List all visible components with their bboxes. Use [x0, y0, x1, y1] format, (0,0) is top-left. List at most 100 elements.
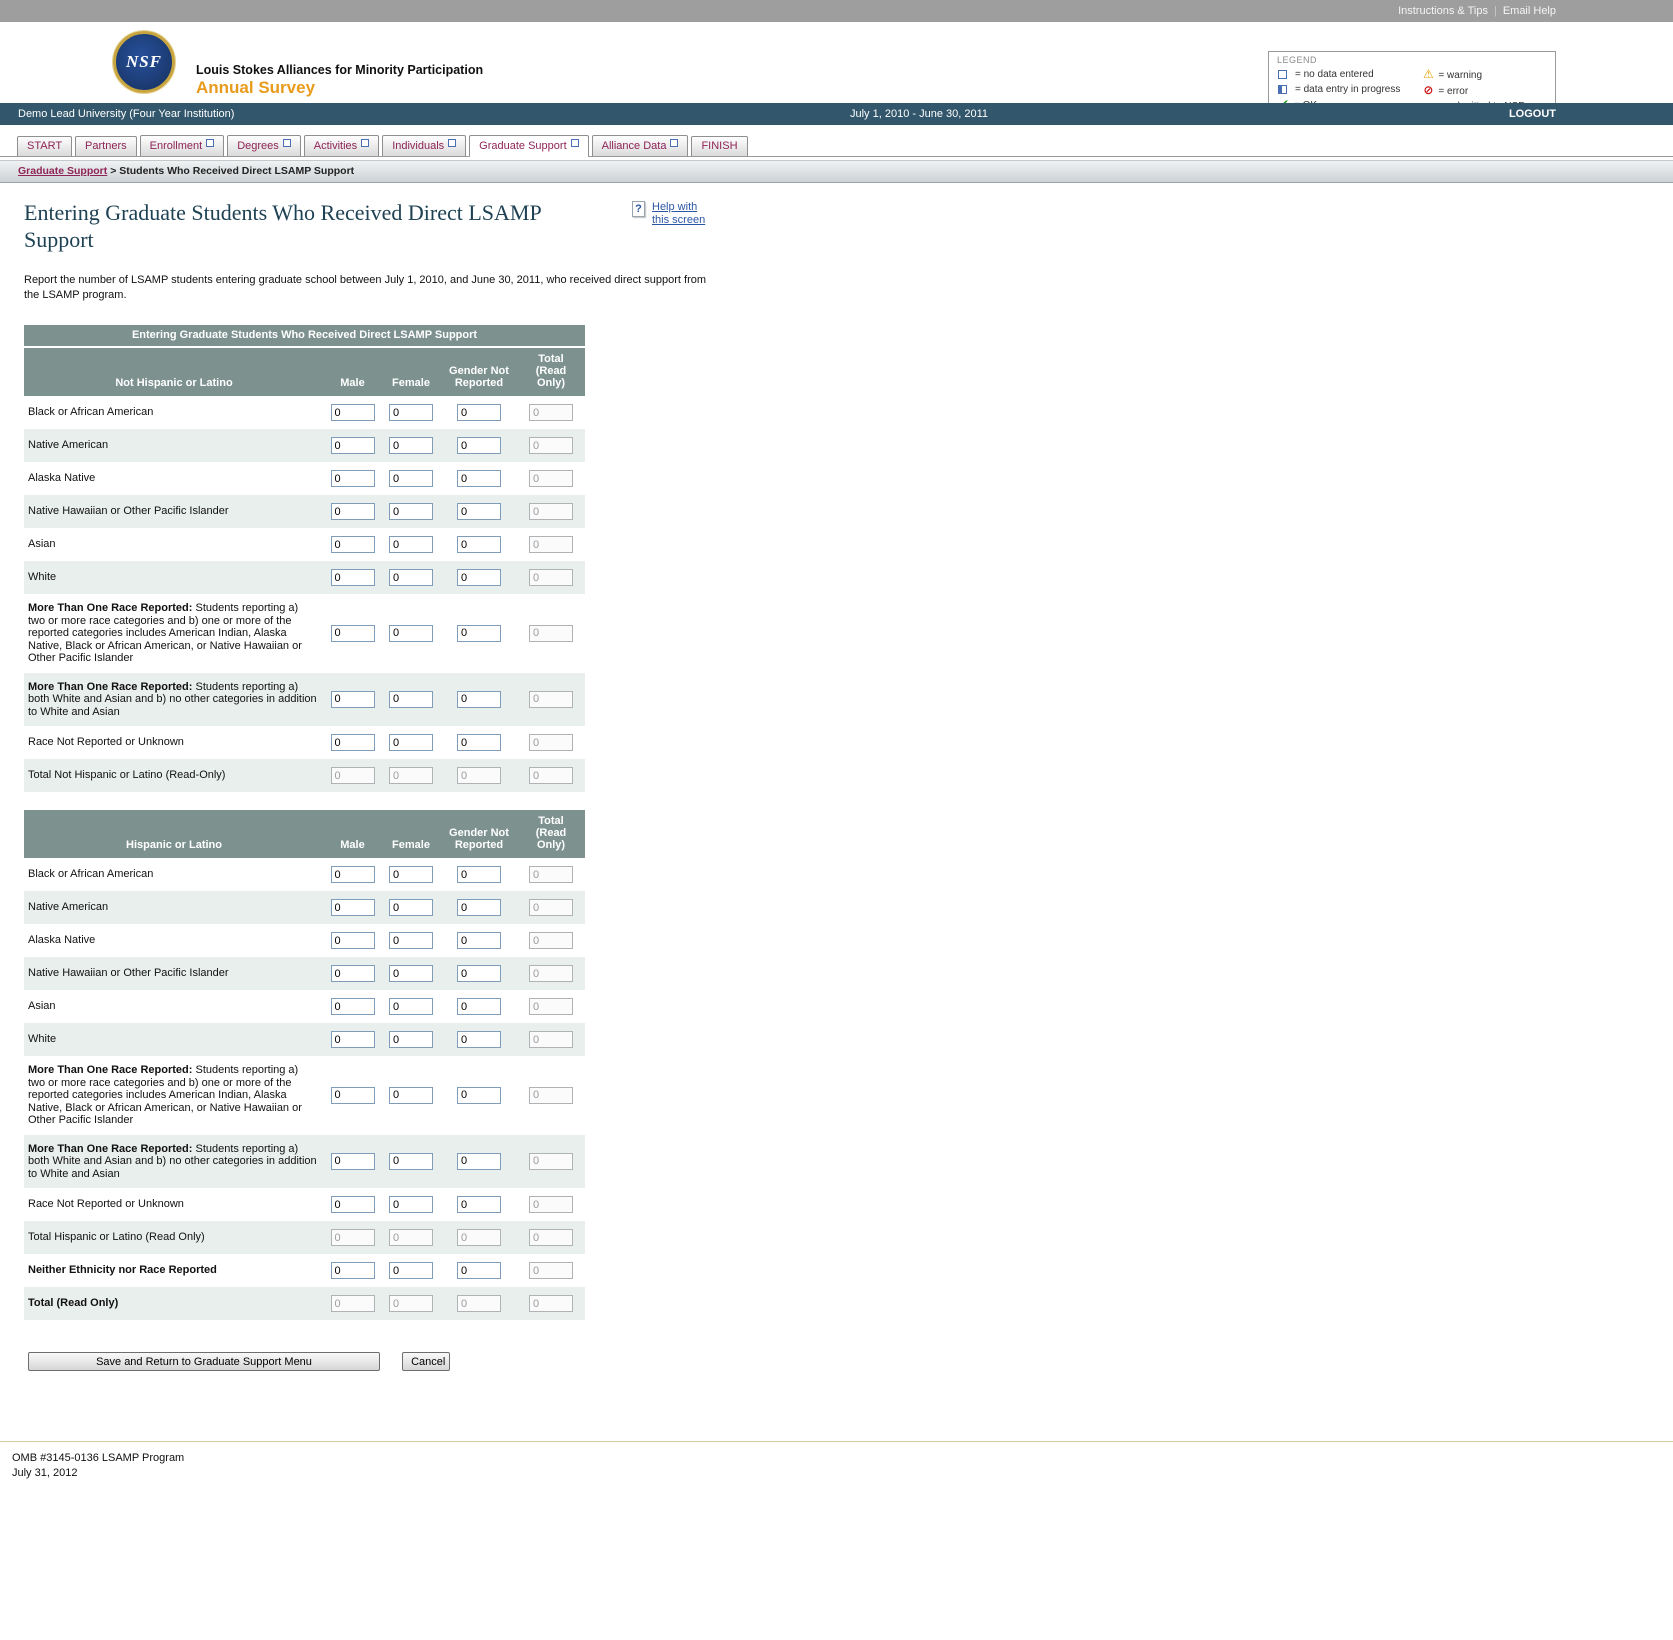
female-count-input[interactable]	[389, 998, 433, 1015]
male-count-input[interactable]	[331, 437, 375, 454]
column-header: Female	[381, 810, 441, 858]
no-data-checkbox-icon	[448, 139, 456, 147]
tab-degrees[interactable]: Degrees	[227, 135, 301, 156]
female-count-input[interactable]	[389, 899, 433, 916]
tab-start[interactable]: START	[17, 136, 72, 156]
male-count-input[interactable]	[331, 932, 375, 949]
male-count-input[interactable]	[331, 866, 375, 883]
female-count-input[interactable]	[389, 569, 433, 586]
logout-link[interactable]: LOGOUT	[1509, 103, 1556, 125]
male-count-input[interactable]	[331, 625, 375, 642]
gender-not-reported-count-input	[457, 1229, 501, 1246]
male-count-input[interactable]	[331, 569, 375, 586]
male-count-input[interactable]	[331, 899, 375, 916]
gender-not-reported-count-input[interactable]	[457, 965, 501, 982]
male-count-input[interactable]	[331, 965, 375, 982]
gender-not-reported-count-input[interactable]	[457, 1196, 501, 1213]
female-count-input[interactable]	[389, 437, 433, 454]
male-count-input[interactable]	[331, 1153, 375, 1170]
male-count-input[interactable]	[331, 470, 375, 487]
table-row: White	[24, 561, 585, 594]
female-count-input[interactable]	[389, 1262, 433, 1279]
gender-not-reported-count-input[interactable]	[457, 899, 501, 916]
tab-alliance-data[interactable]: Alliance Data	[592, 135, 689, 156]
male-count-input[interactable]	[331, 1031, 375, 1048]
gender-not-reported-count-input[interactable]	[457, 404, 501, 421]
input-cell	[381, 673, 441, 727]
row-label: Total (Read Only)	[24, 1287, 324, 1320]
male-count-input[interactable]	[331, 1087, 375, 1104]
male-count-input[interactable]	[331, 1262, 375, 1279]
female-count-input[interactable]	[389, 503, 433, 520]
total-readonly-input	[529, 866, 573, 883]
gender-not-reported-count-input[interactable]	[457, 866, 501, 883]
cancel-button[interactable]: Cancel	[402, 1352, 450, 1371]
female-count-input[interactable]	[389, 536, 433, 553]
input-cell	[381, 1188, 441, 1221]
female-count-input[interactable]	[389, 1196, 433, 1213]
gender-not-reported-count-input[interactable]	[457, 1087, 501, 1104]
female-count-input[interactable]	[389, 470, 433, 487]
tab-individuals[interactable]: Individuals	[382, 135, 466, 156]
gender-not-reported-count-input[interactable]	[457, 1262, 501, 1279]
female-count-input[interactable]	[389, 734, 433, 751]
gender-not-reported-count-input[interactable]	[457, 625, 501, 642]
gender-not-reported-count-input[interactable]	[457, 437, 501, 454]
help-with-this-screen-link[interactable]: Help with this screen	[652, 201, 716, 227]
female-count-input[interactable]	[389, 965, 433, 982]
gender-not-reported-count-input[interactable]	[457, 998, 501, 1015]
legend-label: = data entry in progress	[1295, 82, 1400, 97]
input-cell	[324, 1221, 381, 1254]
male-count-input[interactable]	[331, 1196, 375, 1213]
gender-not-reported-count-input[interactable]	[457, 1153, 501, 1170]
column-header: Gender Not Reported	[441, 347, 517, 396]
total-readonly-input	[529, 1153, 573, 1170]
no-data-checkbox-icon	[1278, 70, 1287, 79]
gender-not-reported-count-input[interactable]	[457, 470, 501, 487]
gender-not-reported-count-input[interactable]	[457, 1031, 501, 1048]
tab-graduate-support[interactable]: Graduate Support	[469, 135, 588, 156]
table-row: White	[24, 1023, 585, 1056]
tab-partners[interactable]: Partners	[75, 136, 137, 156]
female-count-input[interactable]	[389, 1031, 433, 1048]
main-content: Entering Graduate Students Who Received …	[0, 183, 1673, 1371]
gender-not-reported-count-input[interactable]	[457, 536, 501, 553]
male-count-input[interactable]	[331, 734, 375, 751]
total-readonly-input	[529, 1087, 573, 1104]
male-count-input[interactable]	[331, 404, 375, 421]
female-count-input[interactable]	[389, 1153, 433, 1170]
input-cell	[324, 594, 381, 673]
gender-not-reported-count-input[interactable]	[457, 503, 501, 520]
instructions-tips-link[interactable]: Instructions & Tips	[1398, 5, 1488, 17]
institution-name: Demo Lead University (Four Year Institut…	[18, 108, 234, 120]
female-count-input[interactable]	[389, 625, 433, 642]
female-count-input[interactable]	[389, 866, 433, 883]
male-count-input[interactable]	[331, 691, 375, 708]
female-count-input[interactable]	[389, 1087, 433, 1104]
nsf-logo: NSF	[113, 31, 175, 93]
tab-enrollment[interactable]: Enrollment	[140, 135, 225, 156]
breadcrumb-link-graduate-support[interactable]: Graduate Support	[18, 165, 107, 177]
tab-finish[interactable]: FINISH	[691, 136, 747, 156]
gender-not-reported-count-input[interactable]	[457, 932, 501, 949]
female-count-input[interactable]	[389, 404, 433, 421]
institution-bar: Demo Lead University (Four Year Institut…	[0, 103, 1673, 125]
female-count-input[interactable]	[389, 932, 433, 949]
input-cell	[441, 1188, 517, 1221]
input-cell	[381, 1056, 441, 1135]
gender-not-reported-count-input[interactable]	[457, 734, 501, 751]
input-cell	[441, 924, 517, 957]
input-cell	[324, 495, 381, 528]
female-count-input[interactable]	[389, 691, 433, 708]
male-count-input[interactable]	[331, 536, 375, 553]
male-count-input[interactable]	[331, 998, 375, 1015]
help-icon[interactable]: ?	[632, 201, 645, 217]
save-and-return-button[interactable]: Save and Return to Graduate Support Menu	[28, 1352, 380, 1371]
male-count-input[interactable]	[331, 503, 375, 520]
tab-activities[interactable]: Activities	[304, 135, 379, 156]
gender-not-reported-count-input[interactable]	[457, 691, 501, 708]
email-help-link[interactable]: Email Help	[1503, 5, 1556, 17]
input-cell	[381, 990, 441, 1023]
gender-not-reported-count-input[interactable]	[457, 569, 501, 586]
input-cell	[517, 726, 585, 759]
